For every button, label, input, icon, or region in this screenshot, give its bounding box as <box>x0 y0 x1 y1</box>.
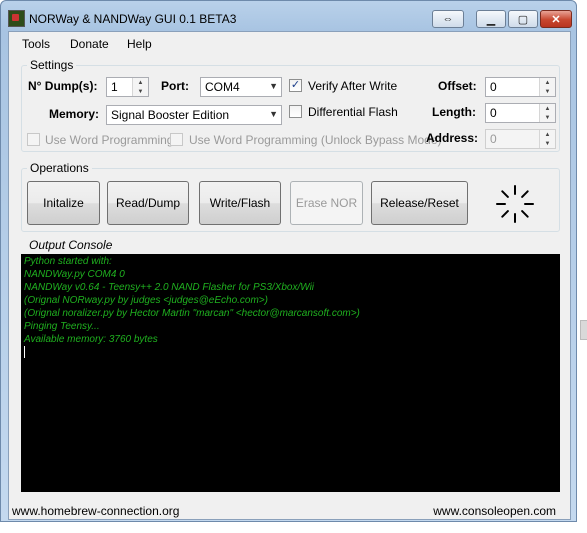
memory-value: Signal Booster Edition <box>111 108 230 122</box>
operations-title: Operations <box>27 161 92 175</box>
write-flash-button[interactable]: Write/Flash <box>199 181 281 225</box>
console-line: Available memory: 3760 bytes <box>24 334 158 345</box>
initialize-button[interactable]: Initalize <box>27 181 100 225</box>
offset-value: 0 <box>490 80 497 94</box>
dump-count-label: N° Dump(s): <box>28 79 98 93</box>
footer-link-homebrew[interactable]: www.homebrew-connection.org <box>12 504 179 518</box>
spin-down-icon[interactable]: ▼ <box>540 87 555 96</box>
background-scrollbar <box>580 320 587 340</box>
port-label: Port: <box>161 79 189 93</box>
footer-link-consoleopen[interactable]: www.consoleopen.com <box>433 504 556 518</box>
text-cursor <box>24 346 25 358</box>
port-select[interactable]: COM4 ▼ <box>200 77 282 97</box>
console-line: (Orignal NORway.py by judges <judges@eEc… <box>24 295 268 306</box>
length-stepper[interactable]: 0 ▲ ▼ <box>485 103 556 123</box>
chevron-down-icon: ▼ <box>269 81 278 91</box>
menu-donate[interactable]: Donate <box>70 37 109 51</box>
restore-icon[interactable]: ⇔ <box>432 10 464 28</box>
length-label: Length: <box>432 105 476 119</box>
address-label: Address: <box>426 131 479 145</box>
client-area: Tools Donate Help Settings N° Dump(s): 1… <box>8 31 571 520</box>
console-line: Python started with: <box>24 256 112 267</box>
minimize-icon[interactable]: ▁ <box>476 10 506 28</box>
output-console-title: Output Console <box>26 238 116 252</box>
console-line: (Orignal noralizer.py by Hector Martin "… <box>24 308 360 319</box>
word-programming-checkbox[interactable] <box>27 133 40 146</box>
dump-count-value: 1 <box>111 80 118 94</box>
app-icon[interactable] <box>8 10 25 27</box>
background-page <box>0 522 587 533</box>
length-value: 0 <box>490 106 497 120</box>
window-title: NORWay & NANDWay GUI 0.1 BETA3 <box>29 12 237 26</box>
offset-label: Offset: <box>438 79 477 93</box>
word-programming-label: Use Word Programming <box>45 133 174 147</box>
console-line: NANDWay v0.64 - Teensy++ 2.0 NAND Flashe… <box>24 282 315 293</box>
spin-down-icon[interactable]: ▼ <box>540 113 555 122</box>
offset-stepper[interactable]: 0 ▲ ▼ <box>485 77 556 97</box>
differential-flash-label: Differential Flash <box>308 105 398 119</box>
background-window-edge <box>578 0 587 533</box>
erase-nor-button[interactable]: Erase NOR <box>290 181 363 225</box>
maximize-icon[interactable]: ▢ <box>508 10 538 28</box>
menu-help[interactable]: Help <box>127 37 152 51</box>
close-icon[interactable]: ✕ <box>540 10 572 28</box>
dump-count-stepper[interactable]: 1 ▲ ▼ <box>106 77 149 97</box>
spin-down-icon[interactable]: ▼ <box>133 87 148 96</box>
verify-after-write-checkbox[interactable]: ✓ <box>289 79 302 92</box>
address-stepper[interactable]: 0 ▲ ▼ <box>485 129 556 149</box>
loading-spinner-icon <box>496 185 534 223</box>
word-programming-unlock-checkbox[interactable] <box>170 133 183 146</box>
verify-after-write-label: Verify After Write <box>308 79 398 93</box>
settings-title: Settings <box>27 58 77 72</box>
address-value: 0 <box>490 132 497 146</box>
menu-tools[interactable]: Tools <box>22 37 50 51</box>
port-value: COM4 <box>205 80 240 94</box>
memory-select[interactable]: Signal Booster Edition ▼ <box>106 105 282 125</box>
output-console[interactable]: Python started with: NANDWay.py COM4 0 N… <box>21 254 560 492</box>
console-line: Pinging Teensy... <box>24 321 100 332</box>
menu-bar: Tools Donate Help <box>9 32 570 54</box>
spin-down-icon[interactable]: ▼ <box>540 139 555 148</box>
differential-flash-checkbox[interactable] <box>289 105 302 118</box>
memory-label: Memory: <box>49 107 100 121</box>
title-bar[interactable]: NORWay & NANDWay GUI 0.1 BETA3 ⇔ ▁ ▢ ✕ <box>1 1 576 31</box>
console-line: NANDWay.py COM4 0 <box>24 269 125 280</box>
app-window: NORWay & NANDWay GUI 0.1 BETA3 ⇔ ▁ ▢ ✕ T… <box>0 0 577 522</box>
word-programming-unlock-label: Use Word Programming (Unlock Bypass Mode… <box>189 133 442 147</box>
release-reset-button[interactable]: Release/Reset <box>371 181 468 225</box>
chevron-down-icon: ▼ <box>269 109 278 119</box>
read-dump-button[interactable]: Read/Dump <box>107 181 189 225</box>
